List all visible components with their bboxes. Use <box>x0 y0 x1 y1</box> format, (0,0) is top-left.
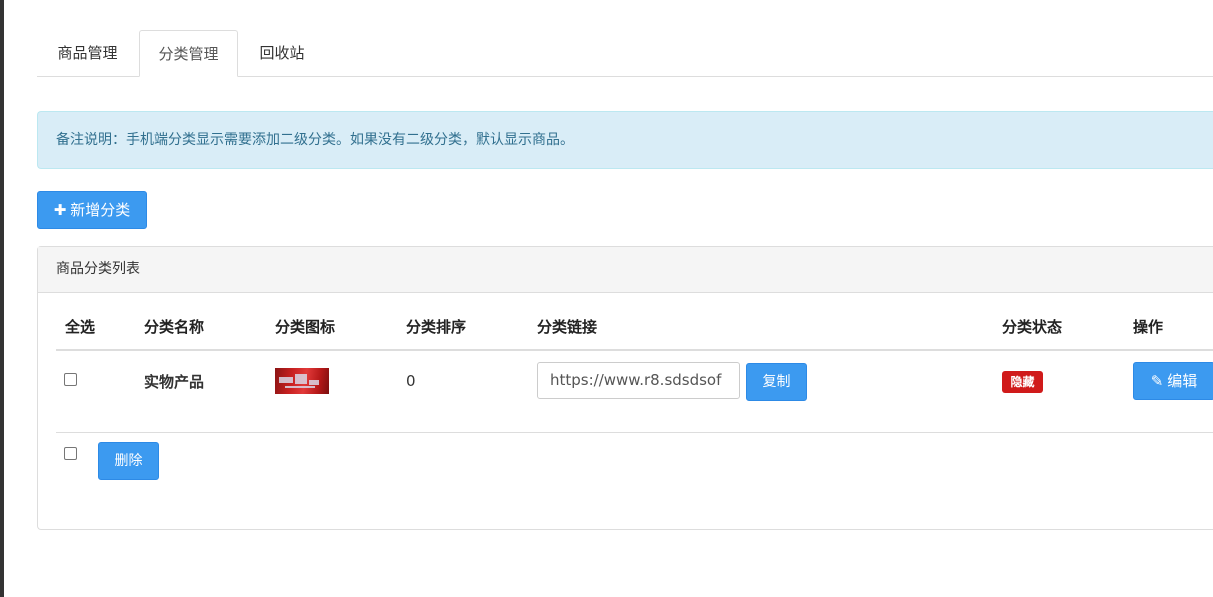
panel-title: 商品分类列表 <box>38 247 1213 293</box>
col-header-name: 分类名称 <box>144 318 205 336</box>
category-name: 实物产品 <box>144 373 205 391</box>
window-left-edge <box>0 0 4 597</box>
tab-category-management[interactable]: 分类管理 <box>139 30 238 77</box>
category-link-input[interactable]: https://www.r8.sdsdsof <box>537 362 740 399</box>
plus-icon: ✚ <box>53 201 67 219</box>
category-sort: 0 <box>406 372 416 390</box>
table-header-divider <box>56 349 1213 351</box>
edit-icon: ✎ <box>1150 372 1164 390</box>
delete-button[interactable]: 删除 <box>98 442 159 480</box>
table-row-divider <box>56 432 1213 433</box>
info-alert: 备注说明：手机端分类显示需要添加二级分类。如果没有二级分类，默认显示商品。 <box>37 111 1213 169</box>
edit-button[interactable]: ✎ 编辑 <box>1133 362 1213 400</box>
category-link-value: https://www.r8.sdsdsof <box>550 371 722 389</box>
select-all-checkbox[interactable] <box>64 447 77 460</box>
col-header-sort: 分类排序 <box>406 318 467 336</box>
copy-link-button[interactable]: 复制 <box>746 363 807 401</box>
row-checkbox[interactable] <box>64 373 77 386</box>
edit-label: 编辑 <box>1167 372 1198 390</box>
col-header-link: 分类链接 <box>537 318 598 336</box>
tab-recycle-bin[interactable]: 回收站 <box>239 30 325 77</box>
col-header-select-all: 全选 <box>65 318 96 336</box>
status-badge: 隐藏 <box>1002 371 1043 393</box>
add-category-label: 新增分类 <box>70 201 131 219</box>
tab-bar: 商品管理 分类管理 回收站 <box>37 30 1213 77</box>
category-icon-image <box>275 368 329 394</box>
tab-product-management[interactable]: 商品管理 <box>37 30 138 77</box>
add-category-button[interactable]: ✚ 新增分类 <box>37 191 147 229</box>
col-header-actions: 操作 <box>1133 318 1164 336</box>
col-header-icon: 分类图标 <box>275 318 336 336</box>
col-header-status: 分类状态 <box>1002 318 1063 336</box>
